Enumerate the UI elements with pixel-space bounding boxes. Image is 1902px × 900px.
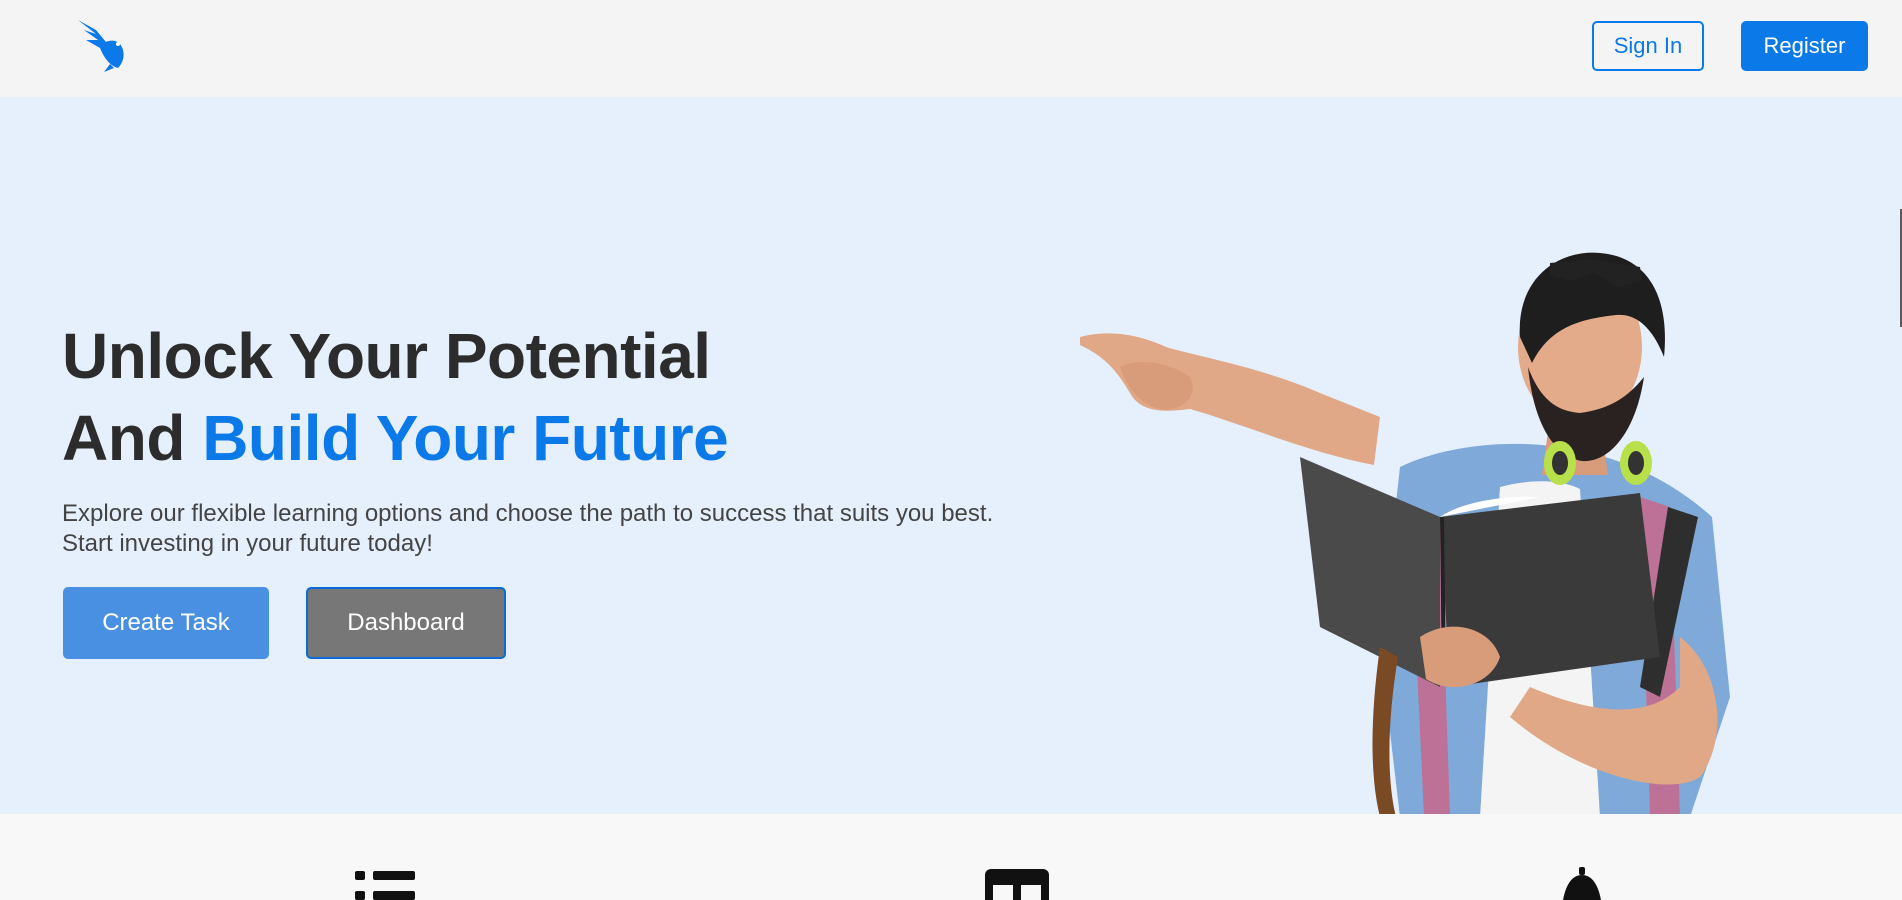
register-button[interactable]: Register: [1741, 21, 1868, 71]
hero-subtext: Explore our flexible learning options an…: [62, 500, 994, 557]
features-strip: [0, 814, 1902, 900]
hero-section: Unlock Your Potential And Build Your Fut…: [0, 97, 1902, 814]
board-icon: [985, 867, 1049, 900]
hero-headline: Unlock Your Potential And Build Your Fut…: [62, 315, 729, 479]
create-task-button[interactable]: Create Task: [63, 587, 269, 659]
bird-logo-icon[interactable]: [74, 18, 128, 72]
headline-line1: Unlock Your Potential: [62, 320, 711, 392]
headline-line2-prefix: And: [62, 402, 203, 474]
bell-icon: [1558, 867, 1606, 900]
dashboard-button[interactable]: Dashboard: [306, 587, 506, 659]
headline-line2-accent: Build Your Future: [202, 402, 729, 474]
list-icon: [353, 867, 417, 900]
site-header: Sign In Register: [0, 0, 1902, 97]
student-pointing-with-book-image: [1080, 252, 1730, 814]
sign-in-button[interactable]: Sign In: [1592, 21, 1704, 71]
